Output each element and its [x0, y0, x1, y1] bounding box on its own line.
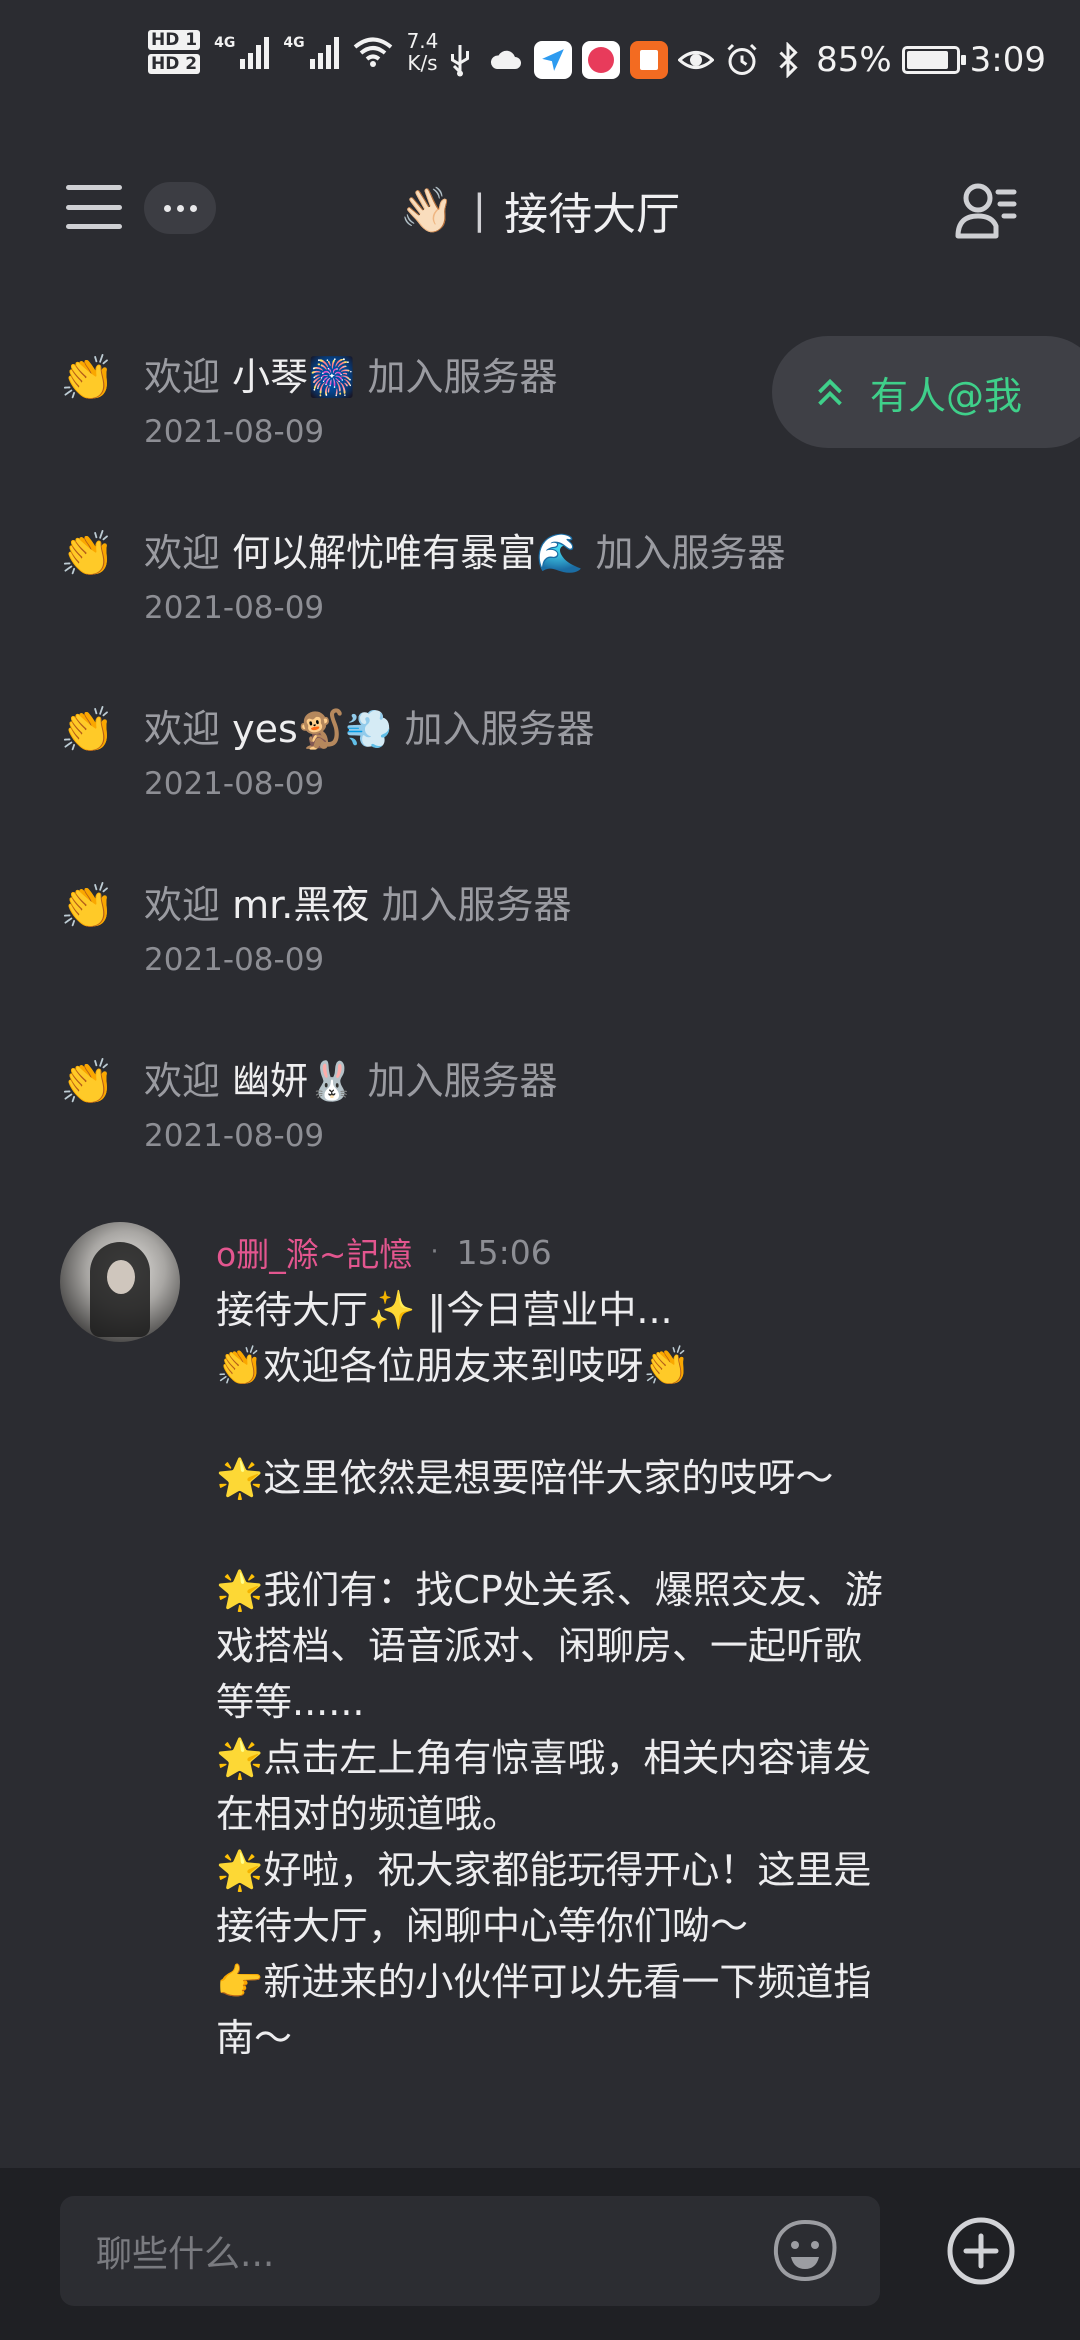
double-chevron-up-icon [818, 378, 842, 406]
member-name[interactable]: 小琴🎆 [232, 355, 355, 399]
clap-icon: 👏 [60, 705, 115, 756]
composer-bar: 聊些什么... [0, 2168, 1080, 2340]
usb-icon [451, 45, 470, 77]
system-message-text: 欢迎 何以解忧唯有暴富🌊 加入服务器 [144, 522, 786, 577]
system-message-text: 欢迎 mr.黑夜 加入服务器 [144, 874, 571, 929]
title-text: 接待大厅 [504, 189, 681, 240]
battery-icon [901, 46, 966, 74]
message-date: 2021-08-09 [144, 414, 325, 450]
join-suffix: 加入服务器 [367, 355, 558, 399]
message-date: 2021-08-09 [144, 1118, 325, 1154]
message-line: 👏欢迎各位朋友来到吱呀👏 [216, 1344, 691, 1388]
mention-label: 有人@我 [870, 373, 1023, 418]
message-line: 🌟点击左上角有惊喜哦，相关内容请发 [216, 1736, 872, 1780]
clap-icon: 👏 [60, 881, 115, 932]
orange-app-icon [630, 41, 669, 79]
clock: 3:09 [969, 40, 1046, 80]
message-input-placeholder: 聊些什么... [96, 2234, 275, 2275]
member-list-icon[interactable] [954, 180, 1018, 240]
welcome-prefix: 欢迎 [144, 355, 221, 399]
join-suffix: 加入服务器 [404, 707, 595, 751]
mention-jump-button[interactable]: 有人@我 [772, 336, 1080, 448]
message-header: o删_滁~記憶 · 15:06 [216, 1228, 552, 1276]
signal-icon: 4G [214, 35, 270, 69]
message-time: 15:06 [456, 1232, 552, 1272]
member-name[interactable]: 幽妍🐰 [232, 1059, 355, 1103]
avatar[interactable] [60, 1222, 180, 1342]
message-line: 🌟我们有：找CP处关系、爆照交友、游 [216, 1568, 883, 1612]
join-suffix: 加入服务器 [367, 1059, 558, 1103]
header-separator: · [430, 1237, 439, 1267]
message-date: 2021-08-09 [144, 766, 325, 802]
add-attachment-icon[interactable] [946, 2216, 1016, 2286]
member-name[interactable]: 何以解忧唯有暴富🌊 [232, 531, 583, 575]
status-right: 85% 3:09 [442, 40, 1046, 80]
signal-label-2: 4G [283, 35, 305, 51]
channel-title: 👋🏻 | 接待大厅 [0, 178, 1080, 242]
message-body: 接待大厅✨ ‖今日营业中... 👏欢迎各位朋友来到吱呀👏 🌟这里依然是想要陪伴大… [216, 1282, 1080, 2066]
message-line: 接待大厅，闲聊中心等你们呦～ [216, 1904, 749, 1948]
title-separator: | [472, 187, 487, 233]
author-name[interactable]: o删_滁~記憶 [216, 1228, 412, 1276]
message-line: 等等...... [216, 1680, 365, 1724]
message-line [216, 1394, 1080, 1450]
status-bar: HD 1 HD 2 4G 4G 7.4 K/s 85% 3:09 [0, 0, 1080, 130]
screen: HD 1 HD 2 4G 4G 7.4 K/s 85% 3:09 👋🏻 | 接待… [0, 0, 1080, 2340]
battery-fill [906, 51, 948, 69]
message-line: 🌟这里依然是想要陪伴大家的吱呀～ [216, 1456, 834, 1500]
net-speed-unit: K/s [407, 51, 438, 75]
welcome-prefix: 欢迎 [144, 1059, 221, 1103]
welcome-prefix: 欢迎 [144, 531, 221, 575]
battery-percent: 85% [816, 40, 892, 80]
member-name[interactable]: yes🐒💨 [232, 707, 392, 751]
join-suffix: 加入服务器 [381, 883, 572, 927]
cloud-icon [491, 50, 522, 69]
eye-icon [678, 51, 715, 69]
message-date: 2021-08-09 [144, 590, 325, 626]
net-speed-value: 7.4 [406, 29, 439, 53]
message-line: 🌟好啦，祝大家都能玩得开心！这里是 [216, 1848, 872, 1892]
alarm-icon [727, 43, 757, 75]
net-speed: 7.4 K/s [407, 30, 439, 74]
red-app-icon [582, 41, 621, 79]
signal-icon-2: 4G [283, 35, 339, 69]
message-line: 在相对的频道哦。 [216, 1792, 521, 1836]
hd2-badge: HD 2 [148, 54, 201, 74]
message-line: 戏搭档、语音派对、闲聊房、一起听歌 [216, 1624, 863, 1668]
message-date: 2021-08-09 [144, 942, 325, 978]
clap-icon: 👏 [60, 529, 115, 580]
clap-icon: 👏 [60, 1057, 115, 1108]
bluetooth-icon [779, 42, 798, 78]
hd-indicator: HD 1 HD 2 [148, 30, 201, 74]
wifi-icon [353, 37, 392, 67]
system-message-text: 欢迎 小琴🎆 加入服务器 [144, 346, 558, 401]
message-input[interactable]: 聊些什么... [60, 2196, 880, 2306]
clap-icon: 👏 [60, 353, 115, 404]
emoji-icon[interactable] [772, 2218, 838, 2284]
system-message-text: 欢迎 幽妍🐰 加入服务器 [144, 1050, 558, 1105]
message-line [216, 1506, 1080, 1562]
message-line: 南～ [216, 2016, 293, 2060]
send-app-icon [534, 41, 573, 79]
member-name[interactable]: mr.黑夜 [232, 883, 369, 927]
welcome-prefix: 欢迎 [144, 883, 221, 927]
channel-header: 👋🏻 | 接待大厅 [0, 160, 1080, 260]
join-suffix: 加入服务器 [595, 531, 786, 575]
system-message-text: 欢迎 yes🐒💨 加入服务器 [144, 698, 595, 753]
message-line: 接待大厅✨ ‖今日营业中... [216, 1288, 673, 1332]
welcome-prefix: 欢迎 [144, 707, 221, 751]
title-emoji: 👋🏻 [399, 185, 455, 236]
hd1-badge: HD 1 [148, 30, 201, 50]
message-line: 👉新进来的小伙伴可以先看一下频道指 [216, 1960, 872, 2004]
signal-label: 4G [214, 35, 236, 51]
status-left: HD 1 HD 2 4G 4G 7.4 K/s [148, 30, 438, 74]
